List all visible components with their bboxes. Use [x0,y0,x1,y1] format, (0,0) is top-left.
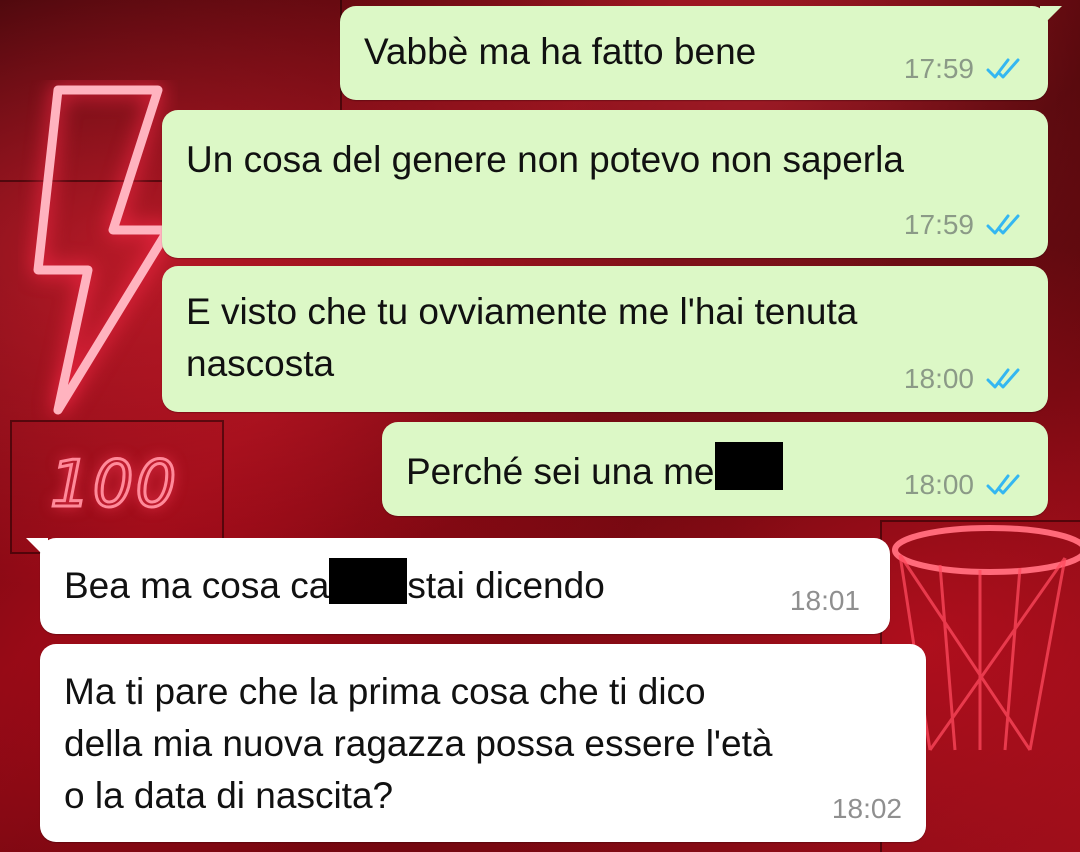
message-text: Un cosa del genere non potevo non saperl… [186,139,904,180]
bubble-tail [26,538,48,560]
redaction-block [329,558,408,604]
double-check-icon [986,367,1024,391]
redaction-block [714,442,783,490]
lightning-bolt-icon [33,85,173,415]
message-meta: 18:02 [832,794,902,824]
message-time: 18:02 [831,793,902,824]
message-bubble-outgoing[interactable]: Perché sei una me 18:00 [382,422,1048,516]
message-text: Vabbè ma ha fatto bene [364,31,757,72]
double-check-icon [986,473,1024,497]
message-bubble-outgoing[interactable]: Un cosa del genere non potevo non saperl… [162,110,1048,258]
message-meta: 18:01 [790,586,860,616]
message-text: E visto che tu ovviamente me l'hai tenut… [186,291,858,384]
message-time: 17:59 [903,209,974,240]
double-check-icon [986,57,1024,81]
message-meta: 18:00 [904,470,1024,500]
message-meta: 17:59 [904,210,1024,240]
message-time: 18:00 [903,363,974,394]
message-time: 18:00 [903,469,974,500]
message-text: Perché sei una me [406,442,783,498]
wallpaper-100-sign: 100 [48,447,179,524]
message-bubble-incoming[interactable]: Bea ma cosa ca stai dicendo 18:01 [26,538,890,634]
bubble-tail [1040,6,1062,28]
message-time: 17:59 [903,53,974,84]
double-check-icon [986,213,1024,237]
message-meta: 17:59 [904,54,1024,84]
message-bubble-outgoing[interactable]: Vabbè ma ha fatto bene 17:59 [340,6,1062,100]
message-meta: 18:00 [904,364,1024,394]
message-text: Ma ti pare che la prima cosa che ti dico… [64,671,773,816]
message-text: Bea ma cosa ca stai dicendo [64,558,605,612]
message-time: 18:01 [789,585,860,616]
message-bubble-incoming[interactable]: Ma ti pare che la prima cosa che ti dico… [40,644,926,842]
message-bubble-outgoing[interactable]: E visto che tu ovviamente me l'hai tenut… [162,266,1048,412]
